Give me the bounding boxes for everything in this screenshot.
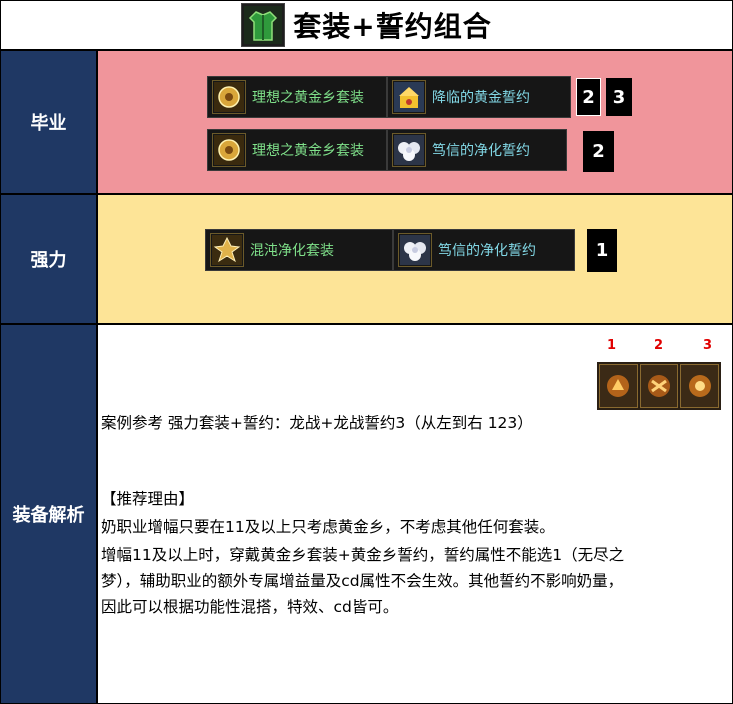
green-armor-icon xyxy=(241,3,286,47)
pledge-name: 降临的黄金誓约 xyxy=(432,90,530,106)
dragon-gem-icon xyxy=(599,364,638,408)
case-images xyxy=(597,362,721,410)
rank-badge: 2 xyxy=(583,131,614,172)
golden-sphere-icon xyxy=(212,133,246,167)
white-flower-icon xyxy=(398,233,432,267)
set-name: 理想之黄金乡套装 xyxy=(252,90,364,106)
dragon-gem-icon xyxy=(639,364,679,408)
row-label-analysis: 装备解析 xyxy=(0,324,97,704)
gold-treasure-icon xyxy=(392,80,426,114)
reason-line: 奶职业增幅只要在11及以上只考虑黄金乡，不考虑其他任何套装。 xyxy=(101,518,555,536)
set-item: 理想之黄金乡套装 xyxy=(207,76,387,118)
reason-line: 增幅11及以上时，穿戴黄金乡套装+黄金乡誓约，誓约属性不能选1（无尽之 xyxy=(101,546,625,564)
page-title: 套装+誓约组合 xyxy=(293,10,492,43)
row-label-graduation: 毕业 xyxy=(0,50,97,194)
case-number: 3 xyxy=(703,338,713,353)
set-item: 混沌净化套装 xyxy=(205,229,393,271)
set-item: 理想之黄金乡套装 xyxy=(207,129,387,171)
pledge-name: 笃信的净化誓约 xyxy=(432,143,530,159)
reason-line: 因此可以根据功能性混搭，特效、cd皆可。 xyxy=(101,598,399,616)
rank-badge: 3 xyxy=(606,78,632,116)
pledge-item: 笃信的净化誓约 xyxy=(387,129,567,171)
pledge-item: 笃信的净化誓约 xyxy=(393,229,575,271)
chaos-gem-icon xyxy=(210,233,244,267)
case-number: 1 xyxy=(607,338,617,353)
reason-title: 【推荐理由】 xyxy=(101,490,195,508)
pledge-item: 降临的黄金誓约 xyxy=(387,76,571,118)
row-body-graduation xyxy=(97,50,733,194)
golden-sphere-icon xyxy=(212,80,246,114)
rank-badge: 1 xyxy=(587,229,617,272)
set-name: 混沌净化套装 xyxy=(250,243,334,259)
pledge-name: 笃信的净化誓约 xyxy=(438,243,536,259)
case-number: 2 xyxy=(654,338,664,353)
case-reference-text: 案例参考 强力套装+誓约：龙战+龙战誓约3（从左到右 123） xyxy=(101,414,533,432)
white-flower-icon xyxy=(392,133,426,167)
rank-badge: 2 xyxy=(576,78,601,116)
header: 套装+誓约组合 xyxy=(0,0,733,50)
reason-line: 梦），辅助职业的额外专属增益量及cd属性不会生效。其他誓约不影响奶量， xyxy=(101,572,624,590)
set-name: 理想之黄金乡套装 xyxy=(252,143,364,159)
dragon-gem-icon xyxy=(680,364,720,408)
row-label-strong: 强力 xyxy=(0,194,97,324)
